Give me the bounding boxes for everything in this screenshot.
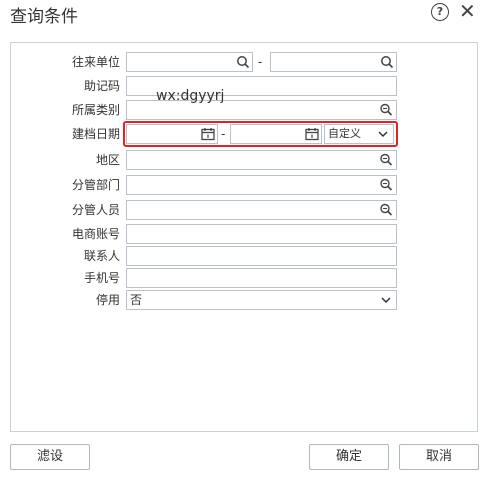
- date-label: 建档日期: [71, 127, 120, 141]
- department-label: 分管部门: [71, 178, 120, 192]
- range-separator: -: [258, 55, 263, 69]
- close-icon[interactable]: ✕: [459, 0, 476, 22]
- ecommerce-input[interactable]: [126, 224, 397, 244]
- watermark: wx:dgyyrj: [156, 88, 225, 104]
- disabled-select[interactable]: [126, 290, 397, 310]
- search-icon[interactable]: [236, 55, 250, 69]
- filter-settings-button[interactable]: 滤设: [10, 444, 90, 470]
- dialog-title: 查询条件: [10, 7, 78, 27]
- contact-label: 联系人: [83, 249, 120, 263]
- cancel-button[interactable]: 取消: [399, 444, 479, 470]
- partner-label: 往来单位: [71, 55, 120, 69]
- department-input[interactable]: [126, 175, 397, 195]
- staff-label: 分管人员: [71, 203, 120, 217]
- ecommerce-label: 电商账号: [71, 227, 120, 241]
- lookup-icon[interactable]: [379, 103, 393, 117]
- category-label: 所属类别: [71, 103, 120, 117]
- disabled-label: 停用: [95, 293, 120, 307]
- mobile-input[interactable]: [126, 268, 397, 288]
- lookup-icon[interactable]: [379, 203, 393, 217]
- disabled-selected-value: 否: [130, 293, 143, 307]
- chevron-down-icon[interactable]: [381, 296, 391, 304]
- partner-from-input[interactable]: [126, 52, 253, 72]
- lookup-icon[interactable]: [379, 153, 393, 167]
- staff-input[interactable]: [126, 200, 397, 220]
- help-icon[interactable]: ?: [431, 3, 449, 21]
- region-label: 地区: [95, 153, 120, 167]
- contact-input[interactable]: [126, 246, 397, 266]
- partner-to-input[interactable]: [270, 52, 397, 72]
- ok-button[interactable]: 确定: [309, 444, 389, 470]
- lookup-icon[interactable]: [379, 178, 393, 192]
- highlight-box: [123, 121, 398, 147]
- mnemonic-label: 助记码: [83, 79, 120, 93]
- region-input[interactable]: [126, 150, 397, 170]
- mobile-label: 手机号: [83, 271, 120, 285]
- search-icon[interactable]: [380, 55, 394, 69]
